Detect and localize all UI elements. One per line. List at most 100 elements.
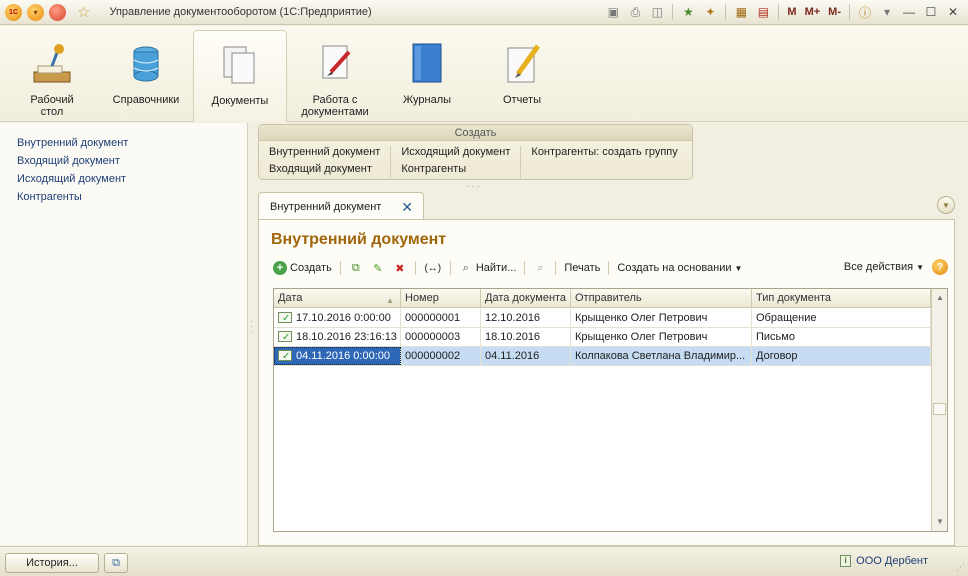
toolbar-separator (339, 261, 341, 275)
scroll-up-icon[interactable]: ▲ (934, 291, 946, 305)
all-actions-button[interactable]: Все действия ▼ (844, 261, 924, 273)
nav-item-counterparties[interactable]: Контрагенты (17, 190, 247, 208)
section-catalogs[interactable]: Справочники (107, 30, 185, 122)
nav-item-incoming-document[interactable]: Входящий документ (17, 154, 247, 172)
find-button[interactable]: ⌕ Найти... (459, 261, 517, 275)
print-icon[interactable]: ⎙ (626, 3, 644, 21)
resize-grip-icon[interactable]: ⋰ (956, 562, 965, 573)
close-icon[interactable]: ✕ (401, 199, 413, 216)
column-header-doc-type[interactable]: Тип документа (752, 289, 931, 307)
create-panel-title: Создать (259, 125, 692, 141)
app-logo-icon[interactable]: 1С (5, 3, 22, 21)
column-header-date[interactable]: Дата ▲ (274, 289, 401, 307)
column-header-sender[interactable]: Отправитель (571, 289, 752, 307)
preview-icon[interactable]: ◫ (648, 3, 666, 21)
cell-date: 04.11.2016 0:00:00 (274, 347, 401, 365)
add-favorite-icon[interactable]: ★ (679, 3, 697, 21)
panel-resize-grip-icon[interactable]: ··· (466, 181, 482, 192)
column-header-doc-date[interactable]: Дата документа (481, 289, 571, 307)
chevron-down-icon[interactable]: ▼ (937, 196, 955, 214)
splitter-grip-icon: · · · (250, 316, 253, 336)
panel-splitter[interactable]: · · · (248, 123, 258, 545)
windows-list-icon[interactable]: ⧉ (104, 553, 128, 573)
toolbar-separator (524, 261, 526, 275)
documents-table[interactable]: Дата ▲ Номер Дата документа Отправитель … (273, 288, 948, 532)
delete-icon[interactable]: ✖ (393, 261, 407, 275)
cell-sender: Крыщенко Олег Петрович (571, 309, 752, 327)
cell-doc-type: Обращение (752, 309, 931, 327)
vertical-scrollbar[interactable]: ▲ ▼ (931, 289, 947, 531)
calculator-icon[interactable]: ▦ (732, 3, 750, 21)
column-header-number[interactable]: Номер (401, 289, 481, 307)
close-icon[interactable]: ✕ (944, 3, 962, 21)
nav-item-outgoing-document[interactable]: Исходящий документ (17, 172, 247, 190)
section-label: Журналы (402, 94, 452, 106)
close-circle-icon[interactable] (49, 3, 66, 21)
history-button[interactable]: История... (5, 553, 99, 573)
form-title: Внутренний документ (271, 231, 447, 248)
memory-m-plus-button[interactable]: M+ (803, 6, 823, 18)
toolbar-separator (672, 4, 674, 20)
find-label: Найти... (475, 262, 517, 274)
database-icon (133, 46, 159, 82)
cell-date: 18.10.2016 23:16:13 (274, 328, 401, 346)
table-row[interactable]: 18.10.2016 23:16:13 000000003 18.10.2016… (274, 328, 931, 347)
column-header-label: Дата (278, 292, 303, 304)
report-pencil-icon (507, 44, 541, 83)
toolbar-separator (608, 261, 610, 275)
section-work-with-documents[interactable]: Работа с документами (295, 30, 375, 122)
create-panel: Создать Внутренний документ Входящий док… (258, 124, 693, 180)
copy-icon[interactable]: ⧉ (349, 261, 363, 275)
maximize-icon[interactable]: ☐ (922, 3, 940, 21)
bookmark-icon[interactable]: ✦ (701, 3, 719, 21)
edit-pencil-icon[interactable]: ✎ (371, 261, 385, 275)
create-incoming-document[interactable]: Входящий документ (269, 163, 380, 180)
section-desktop[interactable]: Рабочий стол (14, 30, 90, 122)
create-column: Внутренний документ Входящий документ (259, 146, 392, 180)
create-based-on-button[interactable]: Создать на основании ▼ (617, 262, 742, 274)
create-internal-document[interactable]: Внутренний документ (269, 146, 380, 163)
create-counterparty[interactable]: Контрагенты (401, 163, 510, 180)
info-icon: i (840, 555, 852, 567)
cell-number: 000000003 (401, 328, 481, 346)
toolbar-separator (555, 261, 557, 275)
scroll-down-icon[interactable]: ▼ (934, 515, 946, 529)
table-row[interactable]: 17.10.2016 0:00:00 000000001 12.10.2016 … (274, 309, 931, 328)
interval-icon[interactable]: (↔) (424, 261, 442, 275)
help-icon[interactable]: ? (932, 259, 948, 275)
favorites-star-icon[interactable]: ☆ (77, 3, 90, 21)
calendar-icon[interactable]: ▤ (754, 3, 772, 21)
memory-m-minus-button[interactable]: M- (826, 6, 843, 18)
organization-name: ООО Дербент (856, 555, 928, 567)
minimize-icon[interactable]: — (900, 3, 918, 21)
all-actions-label: Все действия (843, 261, 914, 273)
section-reports[interactable]: Отчеты (489, 30, 555, 122)
section-documents[interactable]: Документы (193, 30, 287, 122)
create-counterparty-group[interactable]: Контрагенты: создать группу (531, 146, 677, 163)
info-icon[interactable]: ⓘ (856, 3, 874, 21)
cell-doc-type: Договор (752, 347, 931, 365)
posted-document-icon (278, 310, 292, 327)
cell-number: 000000001 (401, 309, 481, 327)
document-pen-icon (322, 45, 351, 79)
cell-text: 18.10.2016 23:16:13 (296, 331, 397, 343)
cancel-search-icon[interactable]: ⌕ (533, 261, 547, 275)
create-button[interactable]: + Создать (273, 261, 332, 275)
toolbar-separator (449, 261, 451, 275)
organization-link[interactable]: i ООО Дербент (840, 555, 928, 567)
create-column: Контрагенты: создать группу (521, 146, 687, 180)
section-journals[interactable]: Журналы (392, 30, 462, 122)
memory-m-button[interactable]: M (785, 6, 798, 18)
nav-item-internal-document[interactable]: Внутренний документ (17, 136, 247, 154)
chevron-down-icon[interactable]: ▾ (878, 3, 896, 21)
print-button[interactable]: Печать (564, 262, 600, 274)
table-row-selected[interactable]: 04.11.2016 0:00:00 000000002 04.11.2016 … (274, 347, 931, 366)
tab-internal-document[interactable]: Внутренний документ ✕ (258, 192, 424, 221)
cell-doc-date: 12.10.2016 (481, 309, 571, 327)
create-outgoing-document[interactable]: Исходящий документ (401, 146, 510, 163)
main-menu-icon[interactable]: ▾ (27, 3, 44, 21)
save-icon[interactable]: ▣ (604, 3, 622, 21)
scroll-thumb[interactable] (933, 403, 946, 415)
cell-text: 04.11.2016 0:00:00 (296, 350, 390, 362)
section-label: Документы (211, 95, 269, 107)
